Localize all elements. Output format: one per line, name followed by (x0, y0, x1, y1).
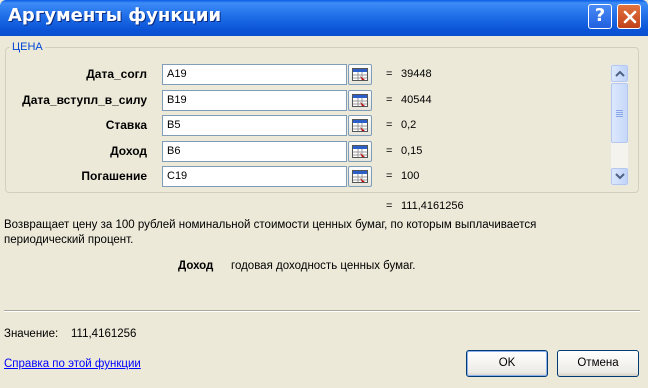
result-equals-sign: = (386, 200, 393, 212)
ok-button[interactable]: OK (466, 350, 548, 377)
arg-row-date-maturity: Дата_вступл_в_силу B19 = 40544 (0, 90, 640, 112)
collapse-dialog-button[interactable] (348, 166, 372, 187)
scroll-down-button[interactable] (611, 168, 628, 185)
value-label: Значение: (4, 328, 59, 340)
arg-description-name: Доход (178, 260, 214, 272)
range-select-icon (352, 119, 368, 132)
equals-sign: = (386, 145, 393, 157)
collapse-dialog-button[interactable] (348, 64, 372, 85)
arg-value: 0,15 (401, 145, 423, 157)
range-select-icon (352, 145, 368, 158)
value-result: 111,4161256 (71, 328, 137, 340)
close-button[interactable] (617, 4, 641, 29)
cancel-button[interactable]: Отмена (557, 350, 639, 377)
arg-label: Дата_согл (86, 67, 147, 81)
arg-input-date-settlement[interactable]: A19 (162, 64, 347, 85)
collapse-dialog-button[interactable] (348, 141, 372, 162)
arg-label: Ставка (105, 118, 147, 132)
arg-label: Погашение (81, 169, 147, 183)
arg-row-redemption: Погашение C19 = 100 (0, 166, 640, 188)
arguments-scrollbar[interactable] (610, 64, 629, 186)
thumb-grip (616, 116, 623, 117)
arg-value: 40544 (401, 94, 432, 106)
arg-row-rate: Ставка B5 = 0,2 (0, 115, 640, 137)
help-button[interactable]: ? (588, 4, 612, 29)
equals-sign: = (386, 119, 393, 131)
arg-input-date-maturity[interactable]: B19 (162, 90, 347, 111)
function-help-link[interactable]: Справка по этой функции (4, 358, 141, 370)
arg-row-date-settlement: Дата_согл A19 = 39448 (0, 64, 640, 86)
arg-description-text: годовая доходность ценных бумаг. (231, 260, 416, 272)
arg-label: Дата_вступл_в_силу (22, 93, 147, 107)
title-bar: Аргументы функции ? (0, 0, 648, 36)
range-select-icon (352, 94, 368, 107)
arg-input-yield[interactable]: B6 (162, 141, 347, 162)
function-description: Возвращает цену за 100 рублей номинально… (4, 219, 537, 246)
scroll-up-button[interactable] (611, 65, 628, 82)
thumb-grip (616, 110, 623, 111)
collapse-dialog-button[interactable] (348, 115, 372, 136)
close-icon (623, 10, 637, 24)
arg-value: 0,2 (401, 119, 417, 131)
arg-value: 100 (401, 170, 420, 182)
range-select-icon (352, 170, 368, 183)
function-name: ЦЕНА (10, 41, 45, 53)
range-select-icon (352, 68, 368, 81)
chevron-up-icon (615, 70, 625, 77)
arg-row-yield: Доход B6 = 0,15 (0, 141, 640, 163)
window-title: Аргументы функции (8, 5, 222, 26)
chevron-down-icon (615, 173, 625, 180)
divider (4, 310, 640, 312)
arg-label: Доход (110, 144, 147, 158)
formula-result: 111,4161256 (401, 200, 464, 212)
arg-input-rate[interactable]: B5 (162, 115, 347, 136)
equals-sign: = (386, 94, 393, 106)
scroll-thumb[interactable] (611, 83, 628, 143)
thumb-grip (616, 112, 623, 113)
thumb-grip (616, 114, 623, 115)
arg-input-redemption[interactable]: C19 (162, 166, 347, 187)
arg-value: 39448 (401, 68, 432, 80)
equals-sign: = (386, 170, 393, 182)
equals-sign: = (386, 68, 393, 80)
collapse-dialog-button[interactable] (348, 90, 372, 111)
